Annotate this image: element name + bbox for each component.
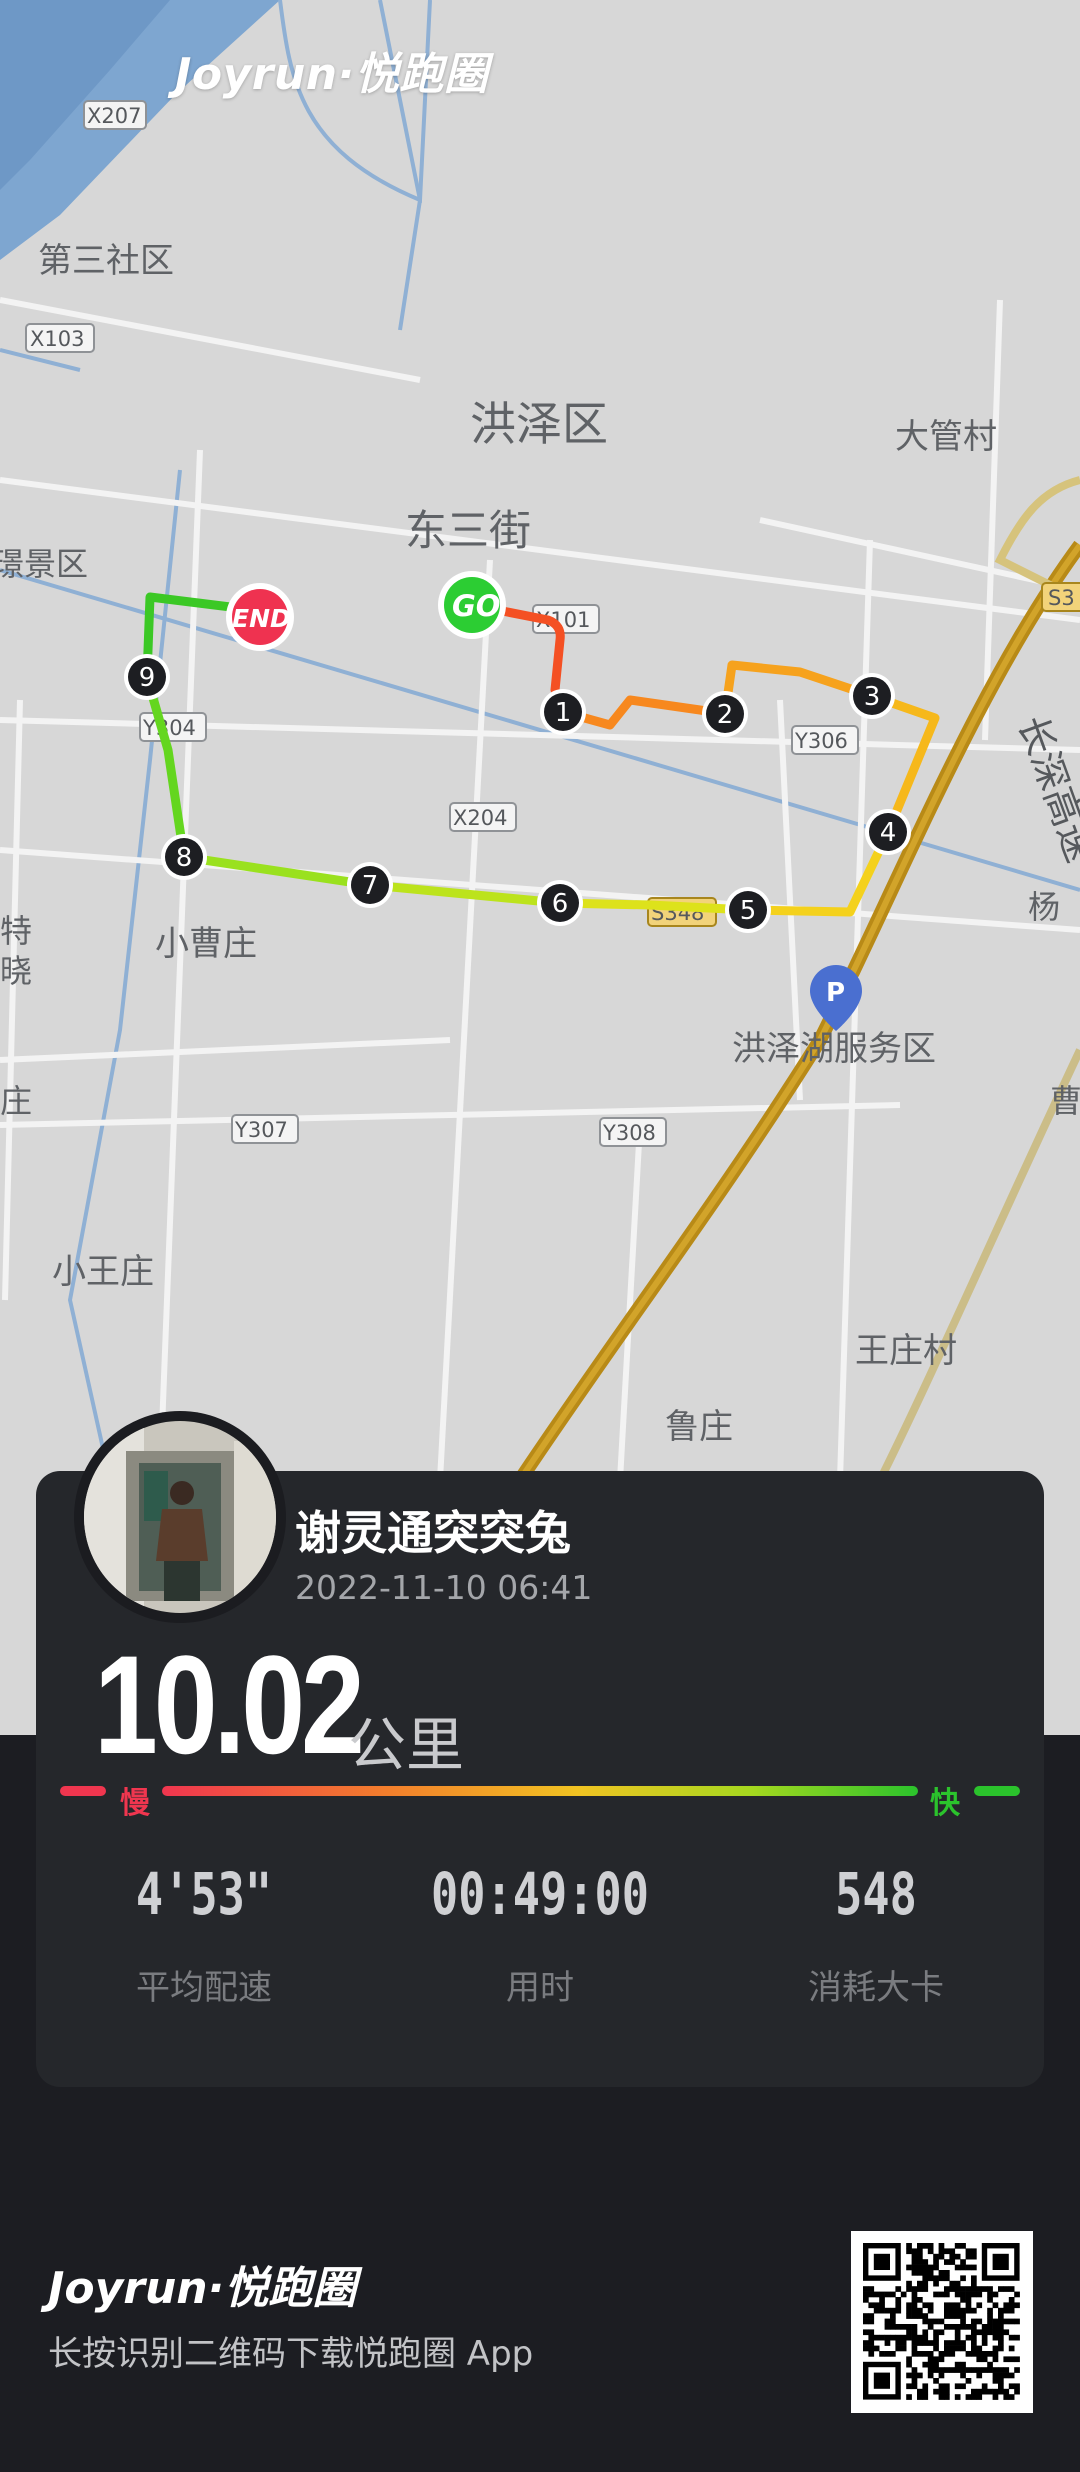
road-badge: Y308	[599, 1117, 667, 1147]
stat-label: 平均配速	[136, 1968, 272, 2008]
avatar[interactable]	[84, 1421, 276, 1613]
svg-text:X103: X103	[30, 327, 84, 351]
stat-value: 4'53"	[135, 1860, 273, 1928]
km-marker-label: 8	[176, 843, 193, 873]
road-badge: X204	[449, 802, 517, 832]
place-label: 特	[0, 912, 32, 950]
road-badge: X207	[83, 100, 147, 130]
stat-duration: 00:49:00 用时	[375, 1860, 705, 2009]
place-label: 璟景区	[0, 545, 88, 583]
avatar-photo	[84, 1421, 276, 1613]
km-marker: 1	[540, 689, 586, 735]
svg-text:P: P	[826, 978, 845, 1008]
svg-text:GO: GO	[452, 589, 500, 623]
km-marker-label: 5	[740, 896, 757, 926]
pace-gradient-bar	[162, 1786, 918, 1796]
pace-legend: 慢 快	[60, 1784, 1020, 1821]
km-marker: 6	[537, 880, 583, 926]
start-marker: GO	[438, 571, 506, 639]
fast-label: 快	[930, 1786, 960, 1821]
stat-value: 00:49:00	[431, 1860, 649, 1928]
svg-text:S3: S3	[1048, 586, 1075, 610]
km-marker-label: 7	[362, 871, 379, 901]
qr-code[interactable]	[851, 2231, 1033, 2413]
km-marker-label: 2	[717, 700, 734, 730]
slow-label: 慢	[120, 1786, 150, 1821]
footer-logo: Joyrun·悦跑圈	[48, 2263, 357, 2314]
stat-label: 消耗大卡	[808, 1968, 944, 2008]
fast-swatch	[974, 1786, 1020, 1796]
place-label: 洪泽湖服务区	[732, 1029, 936, 1069]
place-label: 曹	[1050, 1082, 1080, 1120]
km-marker-label: 6	[552, 889, 569, 919]
distance-value: 10.02	[94, 1626, 365, 1783]
svg-text:Y304: Y304	[142, 716, 196, 740]
km-marker: 5	[725, 887, 771, 933]
road-badge: Y304	[139, 712, 207, 742]
km-marker-label: 1	[555, 698, 572, 728]
road-badge: X103	[25, 323, 95, 353]
stat-calories: 548 消耗大卡	[711, 1860, 1041, 2009]
km-marker-label: 9	[139, 663, 156, 693]
slow-swatch	[60, 1786, 106, 1796]
road-badge: S3	[1041, 582, 1080, 612]
download-tagline: 长按识别二维码下载悦跑圈 App	[48, 2334, 534, 2374]
place-label: 杨	[1028, 888, 1060, 926]
svg-text:Y308: Y308	[602, 1121, 656, 1145]
km-marker: 3	[849, 673, 895, 719]
km-marker-label: 4	[880, 818, 897, 848]
place-label: 晓	[0, 952, 32, 990]
svg-text:X207: X207	[87, 104, 141, 128]
km-marker: 4	[865, 809, 911, 855]
run-datetime: 2022-11-10 06:41	[295, 1568, 593, 1607]
svg-text:END: END	[232, 604, 291, 633]
place-label: 王庄村	[855, 1331, 957, 1371]
place-label: 大管村	[895, 417, 997, 457]
road-badge: Y306	[791, 725, 859, 755]
km-marker: 2	[702, 691, 748, 737]
km-marker: 7	[347, 862, 393, 908]
place-label: 小曹庄	[155, 924, 257, 964]
place-label: 第三社区	[38, 241, 174, 281]
joyrun-logo: Joyrun·悦跑圈	[175, 49, 489, 100]
distance-unit: 公里	[348, 1711, 465, 1779]
stat-value: 548	[835, 1860, 917, 1928]
road-badge: Y307	[231, 1114, 299, 1144]
svg-text:Y307: Y307	[234, 1118, 288, 1142]
place-label: 洪泽区	[470, 397, 608, 451]
user-name: 谢灵通突突兔	[295, 1506, 571, 1560]
stat-label: 用时	[506, 1968, 574, 2008]
svg-text:Y306: Y306	[794, 729, 848, 753]
place-label: 庄	[0, 1082, 32, 1120]
place-label: 小王庄	[52, 1252, 154, 1292]
km-marker: 8	[161, 834, 207, 880]
km-marker-label: 3	[864, 682, 881, 712]
stat-avg-pace: 4'53" 平均配速	[39, 1860, 369, 2009]
end-marker: END	[226, 583, 294, 651]
qr-code-icon	[863, 2243, 1020, 2400]
place-label: 鲁庄	[665, 1407, 733, 1447]
svg-text:X204: X204	[453, 806, 507, 830]
km-marker: 9	[124, 654, 170, 700]
place-label: 东三街	[405, 506, 531, 555]
